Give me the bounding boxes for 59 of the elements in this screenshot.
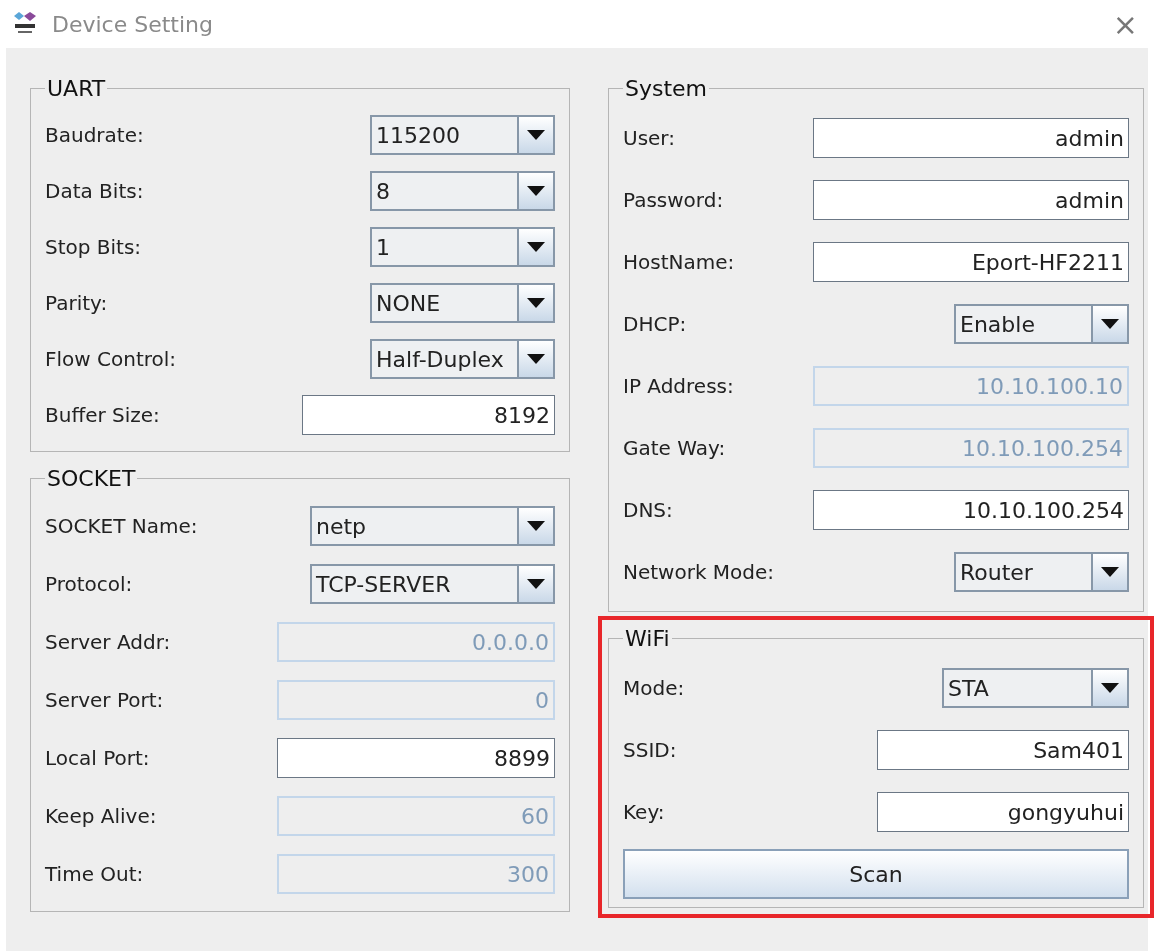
input-field[interactable]: 10.10.100.254 bbox=[813, 490, 1129, 530]
caret-icon bbox=[527, 354, 545, 364]
field-label: Gate Way: bbox=[623, 436, 726, 460]
window-title: Device Setting bbox=[52, 11, 214, 37]
field-label: Password: bbox=[623, 188, 724, 212]
input-field[interactable]: Sam401 bbox=[877, 730, 1129, 770]
field-label: Data Bits: bbox=[45, 179, 144, 203]
input-field[interactable]: admin bbox=[813, 180, 1129, 220]
caret-icon bbox=[1101, 319, 1119, 329]
field-label: Buffer Size: bbox=[45, 403, 160, 427]
field-label: HostName: bbox=[623, 250, 735, 274]
field-label: Local Port: bbox=[45, 746, 150, 770]
field-label: Stop Bits: bbox=[45, 235, 142, 259]
caret-icon bbox=[527, 579, 545, 589]
caret-icon bbox=[527, 130, 545, 140]
caret-icon bbox=[527, 186, 545, 196]
dropdown[interactable]: 115200 bbox=[370, 115, 555, 155]
field-label: Mode: bbox=[623, 676, 685, 700]
field-label: SSID: bbox=[623, 738, 677, 762]
scan-button[interactable]: Scan bbox=[623, 849, 1129, 899]
field-label: Network Mode: bbox=[623, 560, 775, 584]
dropdown[interactable]: Half-Duplex bbox=[370, 339, 555, 379]
dropdown[interactable]: netp bbox=[310, 506, 555, 546]
group-title: UART bbox=[46, 76, 107, 101]
group-title: System bbox=[624, 76, 709, 101]
field-label: Time Out: bbox=[45, 862, 144, 886]
field-label: Protocol: bbox=[45, 572, 133, 596]
field-label: DHCP: bbox=[623, 312, 687, 336]
field-label: User: bbox=[623, 126, 675, 150]
dropdown[interactable]: TCP-SERVER bbox=[310, 564, 555, 604]
field-label: DNS: bbox=[623, 498, 673, 522]
field-label: Baudrate: bbox=[45, 123, 144, 147]
field-label: Server Addr: bbox=[45, 630, 171, 654]
caret-icon bbox=[527, 521, 545, 531]
caret-icon bbox=[1101, 567, 1119, 577]
dropdown[interactable]: STA bbox=[942, 668, 1129, 708]
dropdown[interactable]: 1 bbox=[370, 227, 555, 267]
input-field[interactable]: Eport-HF2211 bbox=[813, 242, 1129, 282]
field-label: Parity: bbox=[45, 291, 108, 315]
dropdown[interactable]: 8 bbox=[370, 171, 555, 211]
caret-icon bbox=[527, 298, 545, 308]
input-field[interactable]: admin bbox=[813, 118, 1129, 158]
group-title: SOCKET bbox=[46, 466, 137, 491]
close-button[interactable]: × bbox=[1108, 6, 1142, 42]
field-label: Flow Control: bbox=[45, 347, 177, 371]
field-label: IP Address: bbox=[623, 374, 734, 398]
dropdown[interactable]: NONE bbox=[370, 283, 555, 323]
caret-icon bbox=[527, 242, 545, 252]
field-label: SOCKET Name: bbox=[45, 514, 198, 538]
input-field[interactable]: 8192 bbox=[302, 395, 555, 435]
dropdown[interactable]: Enable bbox=[954, 304, 1129, 344]
field-label: Server Port: bbox=[45, 688, 164, 712]
field-label: Key: bbox=[623, 800, 665, 824]
input-field[interactable]: 8899 bbox=[277, 738, 555, 778]
input-field[interactable]: gongyuhui bbox=[877, 792, 1129, 832]
field-label: Keep Alive: bbox=[45, 804, 157, 828]
caret-icon bbox=[1101, 683, 1119, 693]
dropdown[interactable]: Router bbox=[954, 552, 1129, 592]
group-title: WiFi bbox=[624, 626, 671, 651]
